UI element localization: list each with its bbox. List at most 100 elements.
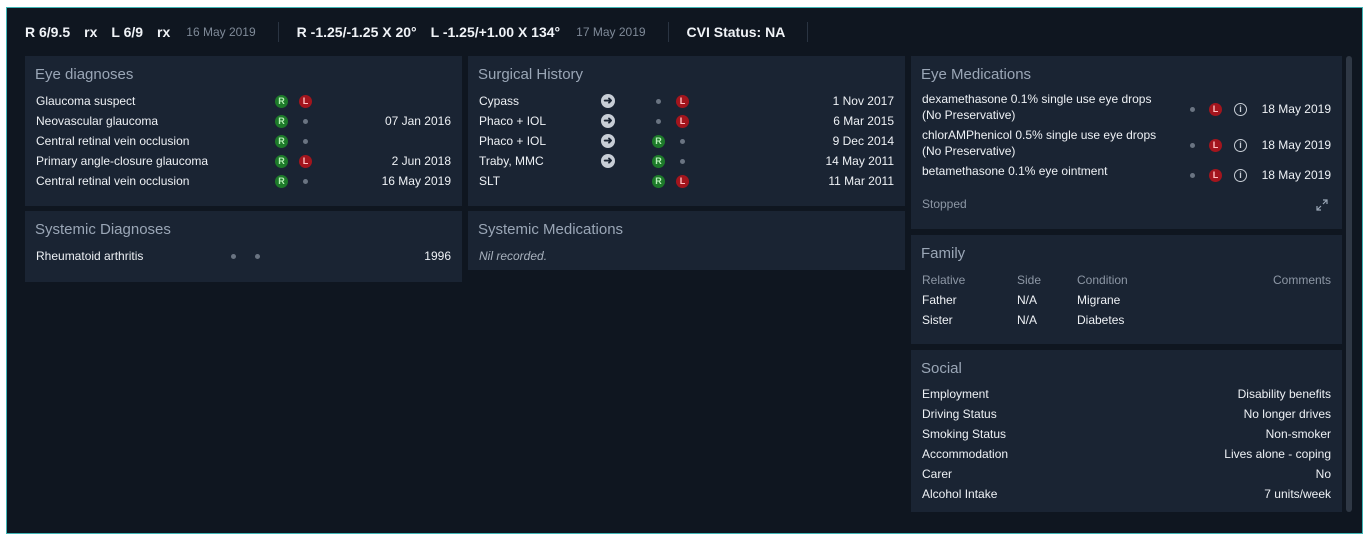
arrow-right-icon[interactable]: ➜: [601, 94, 615, 108]
right-eye-empty-dot: [1190, 107, 1195, 112]
left-eye-empty-dot: [680, 159, 685, 164]
family-condition: Migrane: [1077, 293, 1121, 307]
procedure-name: Phaco + IOL: [479, 134, 547, 148]
stopped-medications-toggle[interactable]: Stopped: [922, 194, 967, 214]
info-icon[interactable]: i: [1234, 103, 1247, 116]
diagnosis-date: 2 Jun 2018: [391, 154, 451, 168]
left-eye-empty-dot: [303, 179, 308, 184]
medication-name: dexamethasone 0.1% single use eye drops: [922, 92, 1152, 106]
right-eye-badge: R: [275, 135, 288, 148]
social-value: No: [1315, 467, 1331, 481]
family-relative: Father: [922, 293, 957, 307]
left-eye-empty-dot: [303, 119, 308, 124]
social-panel: Social Employment Disability benefits Dr…: [911, 350, 1342, 512]
arrow-right-icon[interactable]: ➜: [601, 114, 615, 128]
family-relative: Sister: [922, 313, 953, 327]
cvi-group: CVI Status: NA: [687, 22, 809, 42]
social-label: Carer: [922, 467, 953, 481]
info-icon[interactable]: i: [1234, 139, 1247, 152]
family-panel: Family Relative Side Condition Comments …: [911, 235, 1342, 344]
right-eye-badge: R: [652, 155, 665, 168]
left-eye-empty-dot: [303, 139, 308, 144]
patient-summary-frame: R 6/9.5 rx L 6/9 rx 16 May 2019 R -1.25/…: [6, 7, 1363, 534]
refraction-right: R -1.25/-1.25 X 20°: [296, 24, 417, 40]
side-column-header: Side: [1017, 273, 1042, 287]
surgery-date: 1 Nov 2017: [832, 94, 894, 108]
right-eye-badge: R: [275, 155, 288, 168]
procedure-name: Cypass: [479, 94, 520, 108]
medication-row[interactable]: chlorAMPhenicol 0.5% single use eye drop…: [922, 127, 1156, 159]
surgery-row[interactable]: Phaco + IOL: [479, 131, 546, 151]
systemic-diagnosis-row[interactable]: Rheumatoid arthritis: [36, 246, 143, 266]
left-eye-badge: L: [676, 115, 689, 128]
social-title: Social: [921, 360, 962, 377]
arrow-right-icon[interactable]: ➜: [601, 134, 615, 148]
left-side-empty-dot: [255, 254, 260, 259]
right-eye-badge: R: [275, 115, 288, 128]
systemic-diagnoses-panel: Systemic Diagnoses Rheumatoid arthritis …: [25, 211, 462, 282]
medication-name-detail: (No Preservative): [922, 144, 1016, 158]
social-label: Accommodation: [922, 447, 1009, 461]
surgery-date: 14 May 2011: [825, 154, 895, 168]
social-value: No longer drives: [1243, 407, 1331, 421]
refraction-left: L -1.25/+1.00 X 134°: [430, 24, 561, 40]
left-eye-badge: L: [299, 155, 312, 168]
relative-column-header: Relative: [922, 273, 966, 287]
right-side-empty-dot: [231, 254, 236, 259]
va-date: 16 May 2019: [186, 25, 256, 39]
social-label: Driving Status: [922, 407, 997, 421]
info-icon[interactable]: i: [1234, 169, 1247, 182]
surgery-date: 6 Mar 2015: [833, 114, 894, 128]
surgery-row[interactable]: Traby, MMC: [479, 151, 544, 171]
right-eye-badge: R: [275, 95, 288, 108]
left-eye-badge: L: [676, 95, 689, 108]
eye-diagnosis-row[interactable]: Central retinal vein occlusion: [36, 171, 189, 191]
surgery-row[interactable]: Cypass: [479, 91, 519, 111]
social-value: 7 units/week: [1264, 487, 1331, 501]
right-eye-badge: R: [275, 175, 288, 188]
eye-diagnosis-row[interactable]: Central retinal vein occlusion: [36, 131, 189, 151]
refraction-group: R -1.25/-1.25 X 20° L -1.25/+1.00 X 134°…: [297, 22, 669, 42]
eye-diagnoses-panel: Eye diagnoses Glaucoma suspect Neovascul…: [25, 56, 462, 206]
visual-acuity-group: R 6/9.5 rx L 6/9 rx 16 May 2019: [25, 22, 279, 42]
right-eye-badge: R: [652, 175, 665, 188]
top-bar: R 6/9.5 rx L 6/9 rx 16 May 2019 R -1.25/…: [7, 8, 1362, 56]
vertical-scrollbar[interactable]: [1346, 56, 1352, 512]
eye-diagnosis-row[interactable]: Primary angle-closure glaucoma: [36, 151, 208, 171]
procedure-name: Phaco + IOL: [479, 114, 547, 128]
expand-icon[interactable]: [1315, 198, 1329, 212]
family-title: Family: [921, 245, 966, 262]
social-value: Disability benefits: [1237, 387, 1331, 401]
social-label: Employment: [922, 387, 989, 401]
medication-date: 18 May 2019: [1261, 102, 1331, 116]
procedure-name: Traby, MMC: [479, 154, 544, 168]
surgery-row[interactable]: Phaco + IOL: [479, 111, 546, 131]
nil-recorded-text: Nil recorded.: [479, 249, 548, 263]
condition-column-header: Condition: [1077, 273, 1128, 287]
left-eye-badge: L: [1209, 169, 1222, 182]
medication-row[interactable]: dexamethasone 0.1% single use eye drops …: [922, 91, 1151, 123]
social-value: Lives alone - coping: [1224, 447, 1331, 461]
diagnosis-date: 07 Jan 2016: [384, 114, 451, 128]
medication-row[interactable]: betamethasone 0.1% eye ointment: [922, 163, 1107, 179]
eye-diagnosis-row[interactable]: Glaucoma suspect: [36, 91, 135, 111]
surgery-row[interactable]: SLT: [479, 171, 500, 191]
surgery-date: 9 Dec 2014: [832, 134, 894, 148]
medication-date: 18 May 2019: [1261, 168, 1331, 182]
diagnosis-name: Central retinal vein occlusion: [36, 134, 190, 148]
va-right: R 6/9.5: [25, 24, 71, 40]
arrow-right-icon[interactable]: ➜: [601, 154, 615, 168]
medication-date: 18 May 2019: [1261, 138, 1331, 152]
va-right-rx: rx: [84, 24, 98, 40]
systemic-medications-title: Systemic Medications: [478, 221, 624, 238]
va-left: L 6/9: [111, 24, 144, 40]
diagnosis-date: 1996: [424, 249, 451, 263]
family-side: N/A: [1017, 293, 1038, 307]
diagnosis-name: Primary angle-closure glaucoma: [36, 154, 209, 168]
left-eye-badge: L: [1209, 103, 1222, 116]
right-eye-empty-dot: [656, 99, 661, 104]
diagnosis-name: Glaucoma suspect: [36, 94, 136, 108]
right-eye-empty-dot: [656, 119, 661, 124]
eye-diagnosis-row[interactable]: Neovascular glaucoma: [36, 111, 158, 131]
cvi-status: CVI Status: NA: [686, 24, 786, 40]
